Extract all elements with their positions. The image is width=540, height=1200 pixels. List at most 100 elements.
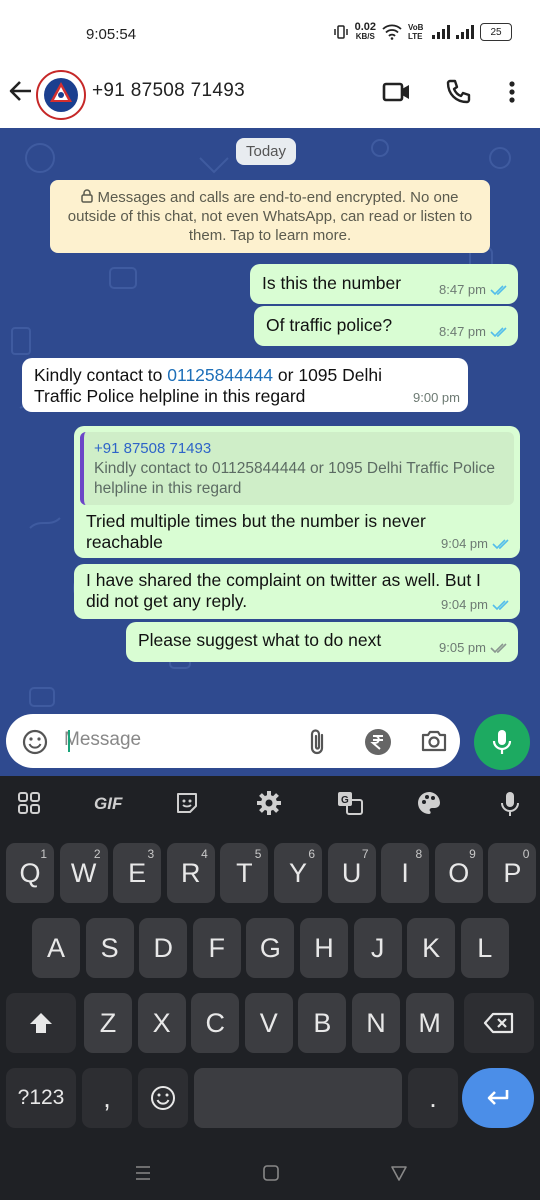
back-arrow-icon[interactable] [8, 78, 34, 104]
system-nav-bar [0, 1148, 540, 1200]
settings-icon[interactable] [256, 790, 282, 816]
key-k[interactable]: K [407, 918, 456, 978]
key-label: E [128, 857, 147, 888]
attach-icon[interactable] [306, 728, 330, 756]
voice-input-icon[interactable] [500, 790, 520, 818]
key-label: R [181, 857, 201, 888]
message-bubble[interactable]: I have shared the complaint on twitter a… [74, 564, 520, 619]
key-g[interactable]: G [246, 918, 295, 978]
chat-header: +91 87508 71493 [0, 56, 540, 128]
gif-button[interactable]: GIF [94, 794, 122, 814]
key-z[interactable]: Z [84, 993, 132, 1053]
key-label: B [313, 1007, 332, 1038]
vibrate-icon [333, 25, 348, 39]
more-vert-icon[interactable] [500, 78, 524, 106]
key-hint: 6 [308, 847, 315, 861]
key-label: P [503, 857, 522, 888]
key-c[interactable]: C [191, 993, 240, 1053]
message-bubble[interactable]: Is this the number 8:47 pm [250, 264, 518, 304]
contact-avatar[interactable] [36, 70, 86, 120]
key-e[interactable]: E3 [113, 843, 162, 903]
shift-key[interactable] [6, 993, 76, 1053]
space-key[interactable] [194, 1068, 402, 1128]
contact-name[interactable]: +91 87508 71493 [92, 80, 245, 102]
key-f[interactable]: F [192, 918, 241, 978]
message-input-box[interactable]: Message [6, 714, 460, 768]
key-v[interactable]: V [244, 993, 293, 1053]
key-q[interactable]: Q1 [6, 843, 54, 903]
wifi-icon [382, 24, 402, 40]
comma-key[interactable]: , [82, 1068, 132, 1128]
back-nav-icon[interactable] [390, 1164, 408, 1182]
message-bubble[interactable]: Of traffic police? 8:47 pm [254, 306, 518, 346]
key-label: F [208, 932, 226, 963]
key-b[interactable]: B [298, 993, 347, 1053]
message-bubble[interactable]: Please suggest what to do next 9:05 pm [126, 622, 518, 662]
key-label: M [418, 1007, 441, 1038]
key-a[interactable]: A [32, 918, 80, 978]
read-receipt-icon [490, 284, 507, 295]
camera-icon[interactable] [420, 728, 448, 754]
key-o[interactable]: O9 [434, 843, 483, 903]
enter-key[interactable] [462, 1068, 534, 1128]
key-t[interactable]: T5 [220, 843, 269, 903]
apps-grid-icon[interactable] [16, 790, 42, 816]
chat-area[interactable]: Today Messages and calls are end-to-end … [0, 128, 540, 776]
key-i[interactable]: I8 [381, 843, 430, 903]
message-text: Please suggest what to do next [138, 630, 382, 650]
key-n[interactable]: N [352, 993, 400, 1053]
period-key[interactable]: . [408, 1068, 458, 1128]
message-bubble-reply[interactable]: +91 87508 71493 Kindly contact to 011258… [74, 426, 520, 558]
key-h[interactable]: H [300, 918, 348, 978]
status-time: 9:05:54 [86, 26, 137, 43]
message-input[interactable]: Message [64, 729, 141, 751]
key-label: I [401, 857, 409, 888]
backspace-icon [483, 1012, 514, 1034]
encryption-notice[interactable]: Messages and calls are end-to-end encryp… [50, 180, 490, 253]
key-m[interactable]: M [405, 993, 454, 1053]
key-x[interactable]: X [137, 993, 186, 1053]
delivered-receipt-icon [490, 642, 507, 653]
key-r[interactable]: R4 [166, 843, 215, 903]
status-icons: 0.02 KB/S VoB LTE 25 [333, 22, 512, 42]
symbols-key[interactable]: ?123 [6, 1068, 76, 1128]
key-l[interactable]: L [460, 918, 509, 978]
palette-icon[interactable] [416, 790, 442, 816]
date-chip: Today [236, 138, 297, 165]
emoji-icon [151, 1086, 175, 1110]
key-u[interactable]: U7 [327, 843, 376, 903]
sticker-icon[interactable] [174, 790, 200, 816]
video-call-icon[interactable] [382, 78, 412, 106]
key-y[interactable]: Y6 [274, 843, 322, 903]
phone-link[interactable]: 01125844444 [167, 365, 273, 385]
key-label: X [152, 1007, 171, 1038]
lock-icon [81, 189, 94, 203]
rupee-icon[interactable] [364, 728, 392, 756]
key-s[interactable]: S [85, 918, 134, 978]
key-d[interactable]: D [139, 918, 188, 978]
message-time: 8:47 pm [439, 324, 486, 339]
key-hint: 8 [415, 847, 423, 861]
key-label: H [314, 932, 334, 963]
message-meta: 9:04 pm [441, 594, 512, 615]
mic-button[interactable] [474, 714, 530, 770]
recents-nav-icon[interactable] [134, 1164, 152, 1182]
backspace-key[interactable] [464, 993, 534, 1053]
home-nav-icon[interactable] [262, 1164, 280, 1182]
emoji-icon[interactable] [22, 729, 48, 755]
text-cursor [68, 730, 70, 752]
key-j[interactable]: J [353, 918, 402, 978]
quoted-message[interactable]: +91 87508 71493 Kindly contact to 011258… [80, 432, 514, 505]
key-hint: 7 [361, 847, 369, 861]
translate-icon[interactable]: G [336, 790, 364, 816]
emoji-key[interactable] [138, 1068, 188, 1128]
key-p[interactable]: P0 [488, 843, 537, 903]
voice-call-icon[interactable] [444, 78, 472, 106]
key-w[interactable]: W2 [59, 843, 108, 903]
message-composer: Message [0, 704, 540, 776]
message-bubble-incoming[interactable]: Kindly contact to 01125844444 or 1095 De… [22, 358, 468, 412]
mic-icon [492, 730, 512, 754]
key-label: O [448, 857, 470, 888]
read-receipt-icon [490, 326, 507, 337]
key-label: Q [19, 857, 41, 888]
